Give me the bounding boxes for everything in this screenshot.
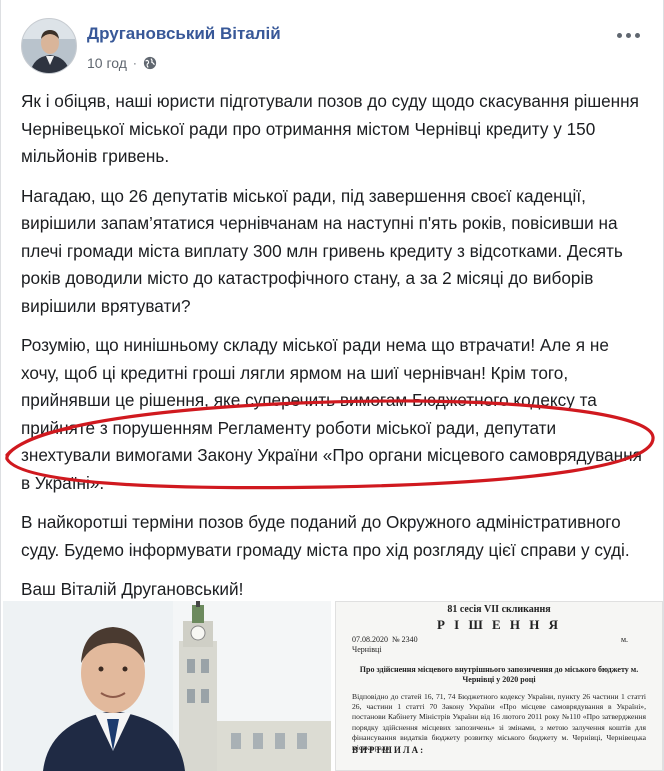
portrait-photo (3, 601, 331, 771)
post-paragraph-3: Розумію, що нинішньому складу міської ра… (21, 335, 642, 493)
post-text: Як і обіцяв, наші юристи підготували поз… (21, 88, 647, 616)
doc-m: м. (620, 635, 628, 644)
doc-city: Чернівці (352, 645, 382, 654)
post-meta: 10 год · (87, 55, 157, 71)
doc-subject: Про здійснення місцевого внутрішнього за… (359, 665, 639, 684)
post-images: 81 сесія VII скликання Р І Ш Е Н Н Я 07.… (3, 601, 663, 771)
meta-separator: · (132, 56, 137, 70)
photo-portrait-tower[interactable] (3, 601, 331, 771)
doc-number: № 2340 (392, 635, 418, 644)
photo-council-decision-document[interactable]: 81 сесія VII скликання Р І Ш Е Н Н Я 07.… (335, 601, 663, 771)
post-timestamp[interactable]: 10 год (87, 55, 127, 71)
post-paragraph-5: Ваш Віталій Другановський! (21, 579, 244, 599)
facebook-post: Другановський Віталій 10 год · Як і обіц… (0, 0, 664, 771)
doc-resolve: ВИРІШИЛА: (352, 745, 426, 755)
more-dot-2 (626, 32, 631, 38)
more-dot-3 (635, 32, 640, 38)
more-options-icon[interactable] (617, 28, 643, 42)
doc-date: 07.08.2020 (352, 635, 388, 644)
doc-title: Р І Ш Е Н Н Я (436, 617, 562, 632)
author-name[interactable]: Другановський Віталій (87, 24, 281, 44)
post-paragraph-2: Нагадаю, що 26 депутатів міської ради, п… (21, 185, 623, 316)
post-paragraph-1: Як і обіцяв, наші юристи підготували поз… (21, 91, 639, 166)
globe-icon[interactable] (143, 56, 157, 70)
post-paragraph-4: В найкоротші терміни позов буде поданий … (21, 512, 630, 560)
author-avatar[interactable] (21, 18, 77, 74)
doc-session: 81 сесія VII скликання (447, 604, 551, 615)
avatar-photo (22, 19, 76, 73)
more-dot-1 (617, 32, 622, 38)
post-header: Другановський Віталій 10 год · (21, 18, 653, 78)
